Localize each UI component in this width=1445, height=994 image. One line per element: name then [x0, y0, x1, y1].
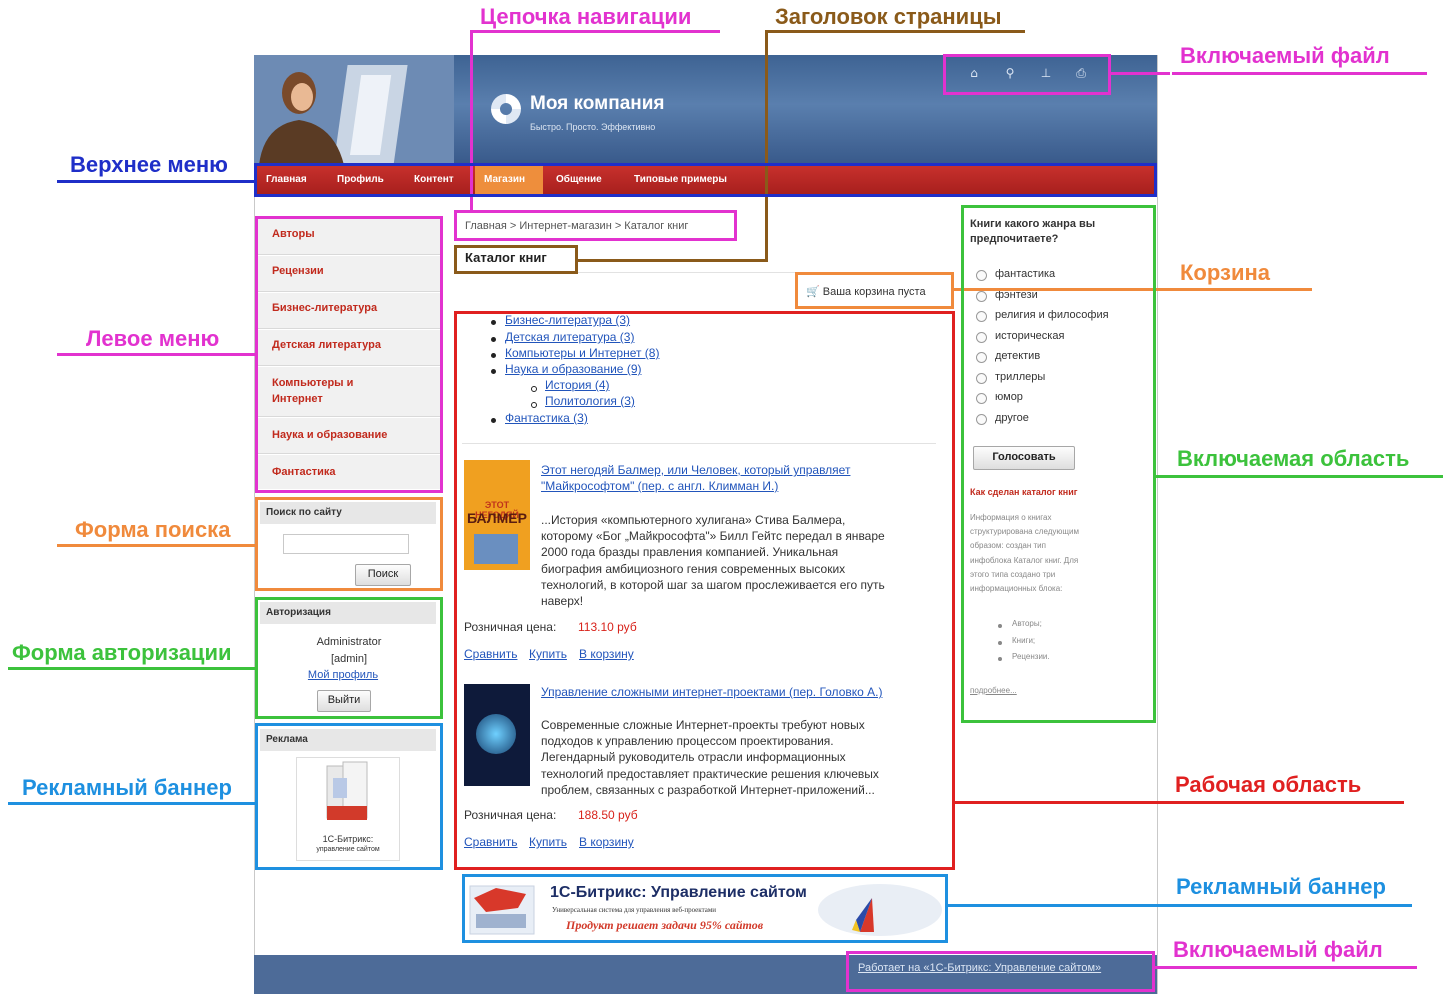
- cart-box: [795, 272, 954, 309]
- label-work-area: Рабочая область: [1175, 772, 1362, 797]
- include-file-top-box: [943, 54, 1111, 95]
- label-underline: [1155, 475, 1443, 478]
- auth-form-box: [255, 597, 443, 719]
- work-area-box: [454, 311, 955, 870]
- label-include-bottom: Включаемый файл: [1173, 937, 1383, 962]
- connector-line: [576, 259, 768, 262]
- label-search: Форма поиска: [75, 517, 231, 542]
- logo-title[interactable]: Моя компания: [530, 93, 665, 115]
- label-underline: [1153, 966, 1417, 969]
- label-underline: [57, 353, 256, 356]
- label-top-menu: Верхнее меню: [70, 152, 228, 177]
- label-ad-bottom: Рекламный баннер: [1176, 874, 1386, 899]
- left-menu-box: [255, 216, 443, 493]
- label-left-menu: Левое меню: [86, 326, 220, 351]
- top-menu-box: [254, 163, 1157, 197]
- breadcrumb-box: [454, 210, 737, 241]
- label-auth: Форма авторизации: [12, 640, 232, 665]
- label-underline: [8, 667, 256, 670]
- logo-slogan: Быстро. Просто. Эффективно: [530, 122, 656, 132]
- label-cart: Корзина: [1180, 260, 1270, 285]
- label-page-title: Заголовок страницы: [775, 4, 1002, 29]
- label-underline: [1172, 72, 1427, 75]
- header-photo: [254, 55, 454, 165]
- include-area-box: [961, 205, 1156, 723]
- label-include-area: Включаемая область: [1177, 446, 1410, 471]
- include-file-bottom-box: [846, 951, 1155, 992]
- search-form-box: [255, 497, 443, 591]
- ad-left-box: [255, 723, 443, 870]
- label-underline: [57, 180, 256, 183]
- label-underline: [57, 544, 256, 547]
- label-underline: [765, 30, 1025, 33]
- label-underline: [8, 802, 256, 805]
- connector-line: [765, 30, 768, 262]
- label-ad-left: Рекламный баннер: [22, 775, 232, 800]
- label-include-top: Включаемый файл: [1180, 43, 1390, 68]
- ad-bottom-box: [462, 874, 948, 943]
- label-underline: [953, 801, 1404, 804]
- label-breadcrumb: Цепочка навигации: [480, 4, 692, 29]
- connector-line: [1110, 72, 1170, 75]
- page-title-box: [454, 245, 578, 274]
- label-underline: [946, 904, 1412, 907]
- logo-icon: [491, 94, 521, 124]
- label-underline: [470, 30, 720, 33]
